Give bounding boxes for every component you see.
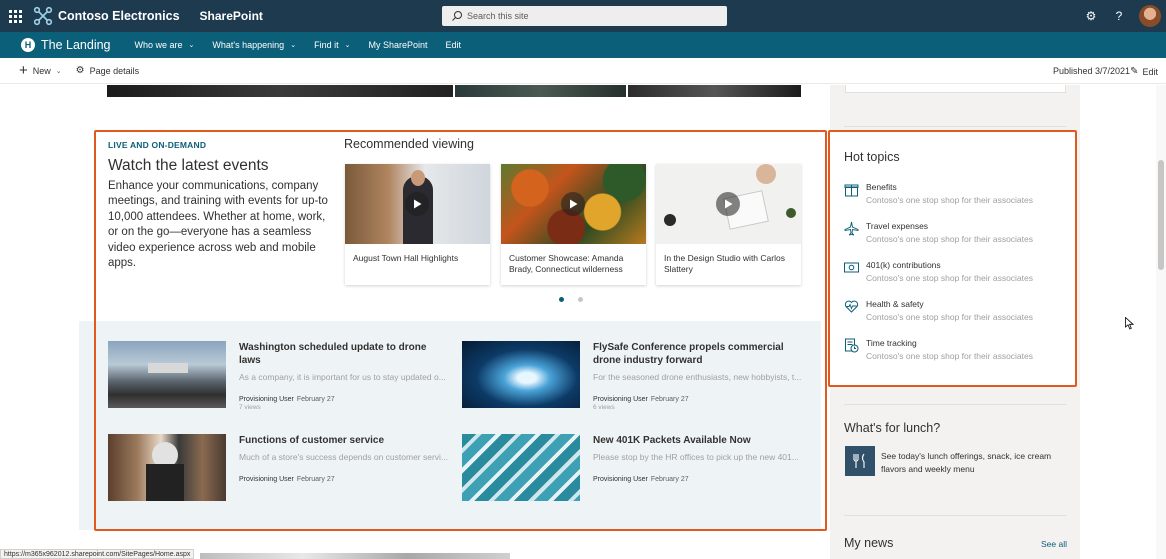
- hot-topic-name: Time tracking: [866, 338, 917, 348]
- suite-actions: ⚙ ?: [1077, 0, 1166, 32]
- hub-title[interactable]: The Landing: [41, 38, 111, 52]
- divider: [844, 126, 1066, 127]
- app-launcher-button[interactable]: [1, 0, 29, 32]
- lunch-title: What's for lunch?: [844, 421, 941, 435]
- gear-icon: ⚙: [1085, 9, 1097, 23]
- hot-topic-name: 401(k) contributions: [866, 260, 941, 270]
- scrollbar-thumb[interactable]: [1158, 160, 1164, 270]
- hub-item-who-we-are[interactable]: Who we are ⌄: [135, 40, 195, 50]
- divider: [844, 515, 1066, 516]
- chevron-down-icon: ⌄: [55, 67, 62, 75]
- hot-topic-description: Contoso's one stop shop for their associ…: [866, 195, 1033, 205]
- timesheet-icon: [845, 338, 859, 353]
- page-details-button[interactable]: ⚙ Page details: [76, 65, 140, 76]
- app-name[interactable]: SharePoint: [200, 9, 263, 23]
- hot-topic-description: Contoso's one stop shop for their associ…: [866, 351, 1033, 361]
- heart-pulse-icon: [844, 300, 859, 313]
- command-bar: + New ⌄ ⚙ Page details Published 3/7/202…: [0, 58, 1166, 84]
- hub-item-label: Find it: [314, 40, 339, 50]
- edit-label: Edit: [1142, 66, 1158, 77]
- brand[interactable]: Contoso Electronics: [33, 6, 180, 26]
- see-all-link[interactable]: See all: [1041, 539, 1067, 549]
- hot-topic-description: Contoso's one stop shop for their associ…: [866, 312, 1033, 322]
- hot-topics-title: Hot topics: [844, 150, 900, 164]
- hot-topic-401k[interactable]: 401(k) contributions Contoso's one stop …: [844, 260, 1064, 290]
- search-icon: [452, 11, 462, 21]
- lunch-icon[interactable]: [845, 446, 875, 476]
- new-label: New: [32, 65, 51, 76]
- search-box[interactable]: Search this site: [442, 6, 727, 26]
- chevron-down-icon: ⌄: [344, 42, 351, 49]
- hero-image[interactable]: [628, 85, 801, 97]
- chevron-down-icon: ⌄: [290, 42, 297, 49]
- hot-topic-time-tracking[interactable]: Time tracking Contoso's one stop shop fo…: [844, 338, 1064, 368]
- search-placeholder: Search this site: [467, 11, 529, 21]
- hot-topic-description: Contoso's one stop shop for their associ…: [866, 234, 1033, 244]
- chevron-down-icon: ⌄: [188, 42, 195, 49]
- page-details-label: Page details: [89, 65, 140, 76]
- help-button[interactable]: ?: [1105, 0, 1133, 32]
- status-url: https://m365x962012.sharepoint.com/SiteP…: [0, 549, 195, 559]
- airplane-icon: [844, 221, 859, 236]
- waffle-icon: [8, 9, 22, 23]
- hub-item-label: Who we are: [134, 40, 183, 50]
- money-icon: [844, 262, 859, 273]
- hub-item-my-sharepoint[interactable]: My SharePoint: [368, 40, 427, 50]
- divider: [844, 404, 1066, 405]
- hot-topic-name: Health & safety: [866, 299, 924, 309]
- bottom-image: [200, 553, 510, 559]
- hero-image[interactable]: [107, 85, 453, 97]
- hot-topic-health[interactable]: Health & safety Contoso's one stop shop …: [844, 299, 1064, 329]
- settings-button[interactable]: ⚙: [1077, 0, 1105, 32]
- lunch-text[interactable]: See today's lunch offerings, snack, ice …: [881, 450, 1061, 475]
- hub-item-whats-happening[interactable]: What's happening ⌄: [212, 40, 296, 50]
- gift-icon: [844, 184, 859, 197]
- hot-topic-name: Benefits: [866, 182, 897, 192]
- scrollbar[interactable]: [1156, 85, 1166, 559]
- published-date: Published 3/7/2021: [1052, 66, 1130, 76]
- new-button[interactable]: + New ⌄: [19, 63, 62, 78]
- brand-name: Contoso Electronics: [58, 9, 180, 23]
- mouse-cursor-icon: [1125, 317, 1134, 330]
- hub-logo-icon[interactable]: H: [21, 38, 35, 52]
- avatar[interactable]: [1139, 5, 1161, 27]
- highlight-events-box: [94, 130, 827, 531]
- hero-image[interactable]: [455, 85, 626, 97]
- food-icon: [853, 453, 865, 468]
- hub-nav: H The Landing Who we are ⌄ What's happen…: [0, 32, 1166, 58]
- plus-icon: +: [19, 62, 28, 79]
- gear-icon: ⚙: [75, 65, 85, 76]
- hub-item-find-it[interactable]: Find it ⌄: [314, 40, 350, 50]
- suite-bar: Contoso Electronics SharePoint Search th…: [0, 0, 1166, 32]
- hub-item-label: My SharePoint: [368, 40, 428, 50]
- my-news-title: My news: [844, 536, 894, 550]
- help-icon: ?: [1115, 9, 1123, 23]
- hot-topic-travel[interactable]: Travel expenses Contoso's one stop shop …: [844, 221, 1064, 251]
- hot-topic-benefits[interactable]: Benefits Contoso's one stop shop for the…: [844, 182, 1064, 212]
- edit-button[interactable]: ✎ Edit: [1130, 66, 1158, 77]
- hub-item-label: Edit: [445, 40, 462, 50]
- contoso-logo-icon: [33, 6, 53, 26]
- hot-topic-description: Contoso's one stop shop for their associ…: [866, 273, 1033, 283]
- hot-topic-name: Travel expenses: [866, 221, 929, 231]
- pencil-icon: ✎: [1130, 66, 1139, 77]
- hub-item-label: What's happening: [212, 40, 285, 50]
- hub-item-edit[interactable]: Edit: [446, 40, 462, 50]
- top-right-card: [845, 85, 1066, 93]
